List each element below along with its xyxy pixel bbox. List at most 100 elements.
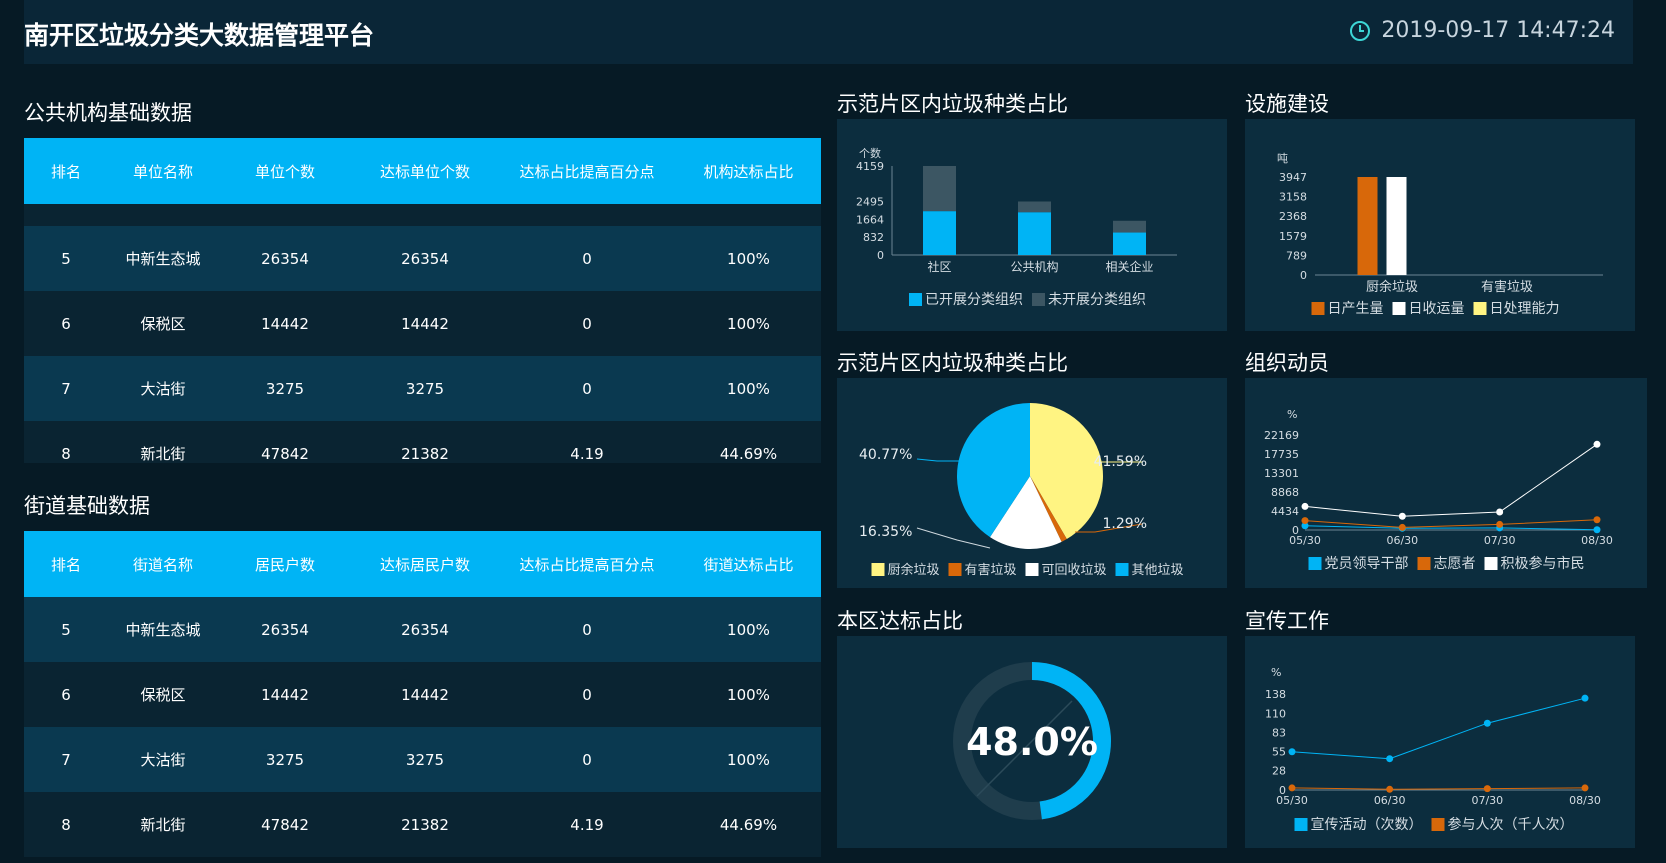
data-point — [1301, 502, 1309, 510]
y-axis-unit: % — [1271, 666, 1281, 679]
data-point — [1483, 785, 1491, 793]
bar — [1357, 177, 1378, 275]
data-point — [1386, 785, 1394, 793]
table-row[interactable]: 8 新北街 47842 21382 4.19 44.69% — [24, 792, 821, 857]
table-row[interactable]: 5 中新生态城 26354 26354 0 100% — [24, 226, 821, 291]
donut-panel: 48.0% — [837, 636, 1227, 848]
col-header: 达标居民户数 — [379, 555, 470, 574]
cell: 26354 — [261, 620, 309, 639]
clock-icon — [1350, 20, 1371, 41]
y-tick-label: 4159 — [856, 160, 884, 173]
street-table-header: 排名 街道名称 居民户数 达标居民户数 达标占比提高百分点 街道达标占比 — [24, 531, 821, 597]
col-header: 单位个数 — [254, 162, 315, 181]
x-tick-label: 相关企业 — [1105, 259, 1153, 274]
street-table: 排名 街道名称 居民户数 达标居民户数 达标占比提高百分点 街道达标占比 5 中… — [24, 531, 821, 857]
legend-label: 可回收垃圾 — [1042, 563, 1107, 578]
legend-label: 其他垃圾 — [1132, 563, 1184, 578]
bar2-panel: 吨 0 789 1579 2368 3158 3947 厨余垃圾 有害垃圾 日产生量 日收运量 日处理… — [1245, 119, 1635, 331]
table-row[interactable]: 6 保税区 14442 14442 0 100% — [24, 662, 821, 727]
y-tick-label: 13301 — [1264, 467, 1299, 480]
cell: 中新生态城 — [125, 621, 201, 639]
pie-panel: 41.59% 1.29% 16.35% 40.77% 厨余垃圾 有害垃圾 可回收垃圾 其他垃圾 — [837, 378, 1227, 588]
pie-label: 40.77% — [859, 447, 912, 463]
col-header: 排名 — [50, 555, 81, 574]
donut-title: 本区达标占比 — [837, 609, 963, 633]
legend-swatch — [948, 563, 962, 576]
y-tick-label: 4434 — [1271, 505, 1299, 518]
pie-chart: 41.59% 1.29% 16.35% 40.77% 厨余垃圾 有害垃圾 可回收垃圾 其他垃圾 — [859, 403, 1184, 578]
data-point — [1581, 694, 1589, 702]
cell: 7 — [61, 750, 71, 769]
y-tick-label: 83 — [1272, 726, 1286, 739]
x-tick-label: 社区 — [927, 259, 951, 274]
series-line — [1304, 519, 1598, 528]
legend-swatch — [1484, 557, 1498, 570]
legend-label: 志愿者 — [1434, 556, 1476, 572]
cell: 47842 — [261, 815, 309, 834]
x-tick-label: 07/30 — [1471, 794, 1503, 807]
table-spacer — [24, 204, 821, 226]
y-axis-unit: 吨 — [1277, 152, 1288, 165]
cell: 5 — [61, 620, 71, 639]
y-tick-label: 832 — [863, 231, 884, 244]
cell: 14442 — [261, 314, 309, 333]
line1-panel: % 0 4434 8868 13301 17735 22169 05/30 06/30 07/30… — [1245, 378, 1647, 588]
cell: 100% — [727, 249, 770, 268]
cell: 3275 — [405, 379, 445, 398]
y-tick-label: 1579 — [1279, 230, 1307, 243]
data-point — [1398, 523, 1406, 531]
table-row[interactable]: 7 大沽街 3275 3275 0 100% — [24, 356, 821, 421]
pie-label: 41.59% — [1094, 454, 1147, 470]
datetime-text: 2019-09-17 14:47:24 — [1381, 18, 1615, 43]
cell: 7 — [61, 379, 71, 398]
legend-label: 日收运量 — [1409, 301, 1465, 317]
table-row[interactable]: 6 保税区 14442 14442 0 100% — [24, 291, 821, 356]
line2-chart: %028558311013805/30 06/30 07/30 08/30宣传活动（次… — [1265, 666, 1601, 833]
x-tick-label: 06/30 — [1374, 794, 1406, 807]
cell: 新北街 — [140, 445, 186, 463]
col-header: 机构达标占比 — [703, 162, 794, 181]
org-table: 排名 单位名称 单位个数 达标单位个数 达标占比提高百分点 机构达标占比 5 中… — [24, 138, 821, 463]
y-tick-label: 138 — [1265, 688, 1286, 701]
col-header: 达标单位个数 — [379, 162, 470, 181]
x-tick-label: 08/30 — [1569, 794, 1601, 807]
org-table-header: 排名 单位名称 单位个数 达标单位个数 达标占比提高百分点 机构达标占比 — [24, 138, 821, 204]
bar2-title: 设施建设 — [1245, 92, 1329, 116]
table-row[interactable]: 5 中新生态城 26354 26354 0 100% — [24, 597, 821, 662]
bar2-chart: 吨 0 789 1579 2368 3158 3947 厨余垃圾 有害垃圾日产生量 日收运量 日处理… — [1277, 152, 1603, 317]
legend-swatch — [1417, 557, 1431, 570]
legend-swatch — [1032, 293, 1045, 306]
cell: 14442 — [401, 314, 449, 333]
cell: 14442 — [261, 685, 309, 704]
pie-leader-line — [916, 527, 991, 549]
donut-value: 48.0% — [966, 720, 1098, 764]
y-tick-label: 0 — [1300, 269, 1307, 282]
data-point — [1398, 512, 1406, 520]
legend-label: 厨余垃圾 — [888, 562, 940, 578]
series-line — [1291, 697, 1586, 760]
line2-title: 宣传工作 — [1245, 609, 1329, 633]
legend-swatch — [1294, 818, 1308, 831]
x-tick-label: 有害垃圾 — [1481, 279, 1533, 295]
legend-swatch — [1311, 302, 1325, 315]
cell: 新北街 — [140, 816, 186, 834]
cell: 44.69% — [719, 815, 778, 834]
cell: 47842 — [261, 444, 309, 463]
legend-label: 党员领导干部 — [1325, 556, 1409, 572]
cell: 0 — [582, 620, 592, 639]
table-row[interactable]: 8 新北街 47842 21382 4.19 44.69% — [24, 421, 821, 463]
y-axis-unit: % — [1287, 408, 1297, 421]
table-row[interactable]: 7 大沽街 3275 3275 0 100% — [24, 727, 821, 792]
cell: 21382 — [401, 444, 449, 463]
data-point — [1301, 517, 1309, 525]
cell: 8 — [61, 815, 71, 834]
legend-swatch — [1308, 557, 1322, 570]
y-tick-label: 0 — [877, 249, 884, 262]
x-tick-label: 公共机构 — [1010, 259, 1058, 274]
cell: 44.69% — [719, 444, 778, 463]
donut-chart: 48.0% — [953, 662, 1111, 820]
legend-swatch — [1025, 563, 1039, 576]
x-tick-label: 07/30 — [1484, 534, 1516, 547]
cell: 26354 — [401, 620, 449, 639]
line1-chart: %04434886813301177352216905/30 06/30 07/30… — [1264, 408, 1613, 572]
